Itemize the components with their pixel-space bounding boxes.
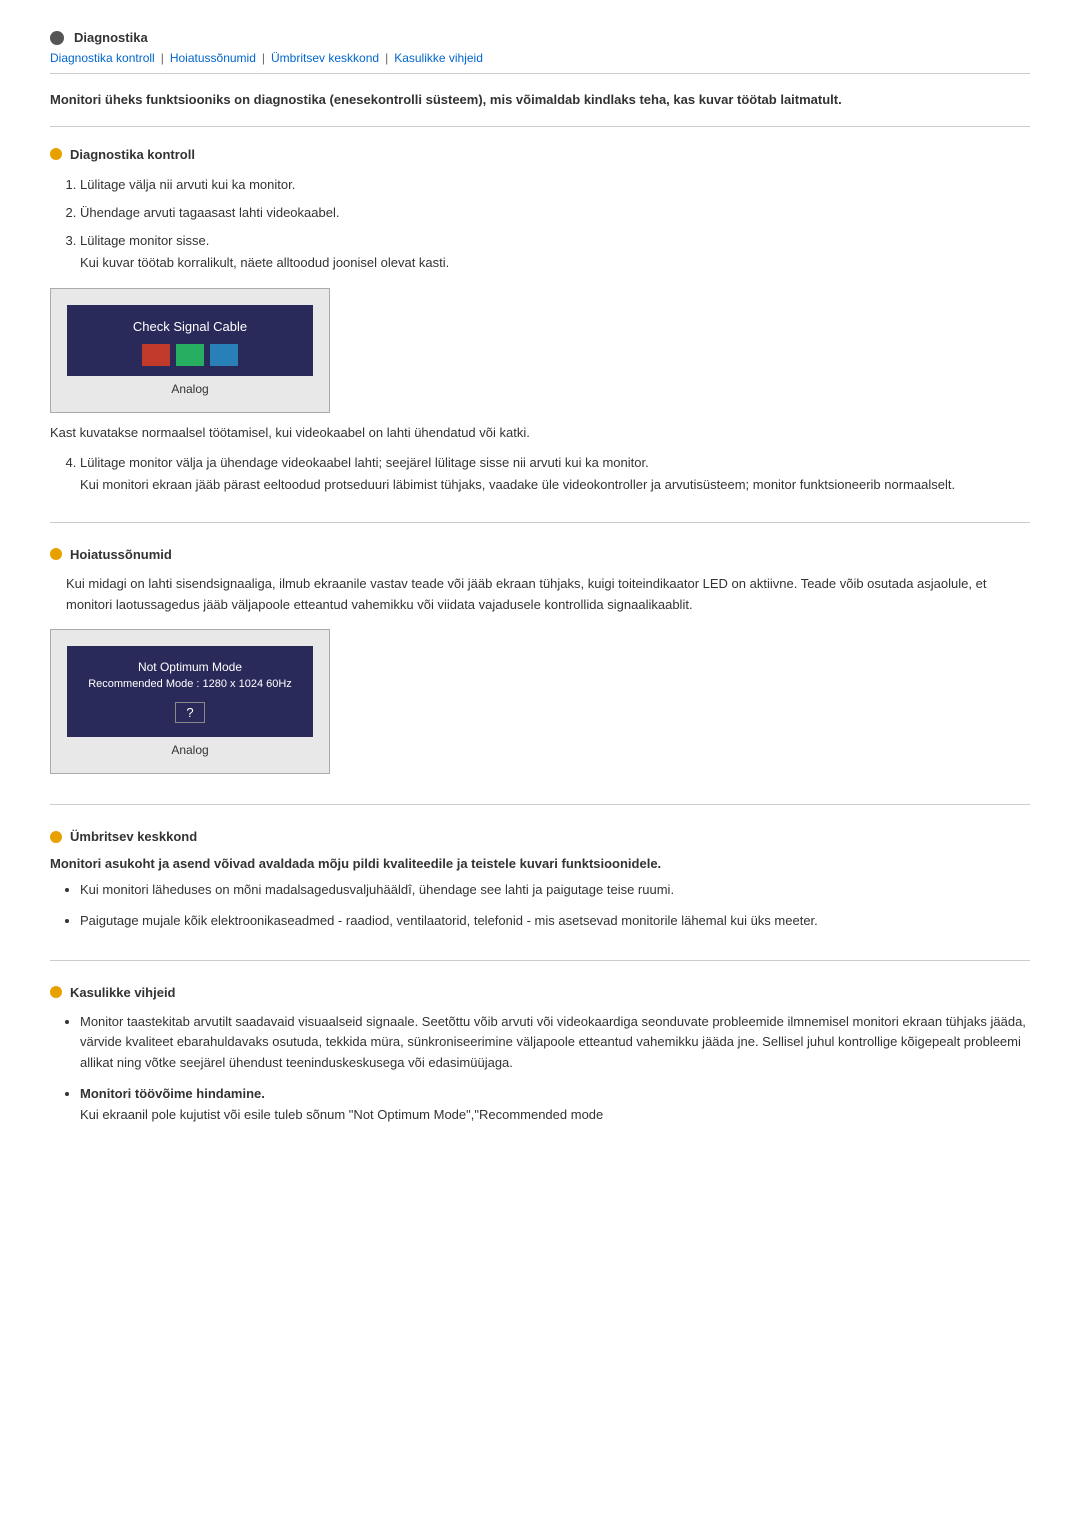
nav-sep-1: |	[161, 51, 164, 65]
section4-bullet2-normal: Kui ekraanil pole kujutist või esile tul…	[80, 1107, 603, 1122]
monitor-color-blocks	[87, 344, 293, 366]
step-2: Ühendage arvuti tagaasast lahti videokaa…	[80, 202, 1030, 224]
page-title: Diagnostika	[74, 30, 148, 45]
section4-bullet-2: Monitori töövõime hindamine. Kui ekraani…	[80, 1084, 1030, 1126]
nav-link-diagnostika[interactable]: Diagnostika kontroll	[50, 51, 155, 65]
monitor-screen-2: Not Optimum Mode Recommended Mode : 1280…	[67, 646, 313, 737]
nav-sep-3: |	[385, 51, 388, 65]
section2-text: Kui midagi on lahti sisendsignaaliga, il…	[50, 574, 1030, 616]
monitor-screen-sub-2: Recommended Mode : 1280 x 1024 60Hz	[87, 678, 293, 690]
section3-bullet-2: Paigutage mujale kõik elektroonikaseadme…	[80, 910, 1030, 932]
page-header: Diagnostika	[50, 30, 1030, 45]
step-3: Lülitage monitor sisse. Kui kuvar töötab…	[80, 230, 1030, 274]
section1-title: Diagnostika kontroll	[70, 147, 195, 162]
nav-sep-2: |	[262, 51, 265, 65]
section3-bullet-1: Kui monitori läheduses on mõni madalsage…	[80, 879, 1030, 901]
nav-link-kasulikke[interactable]: Kasulikke vihjeid	[394, 51, 483, 65]
question-box: ?	[87, 702, 293, 727]
section4-bullet2-bold: Monitori töövõime hindamine.	[80, 1086, 265, 1101]
nav-link-umbritsev[interactable]: Ümbritsev keskkond	[271, 51, 379, 65]
section2-icon	[50, 548, 62, 560]
nav-links: Diagnostika kontroll | Hoiatussõnumid | …	[50, 51, 1030, 74]
section-umbritsev: Ümbritsev keskkond Monitori asukoht ja a…	[50, 829, 1030, 960]
color-block-blue	[210, 344, 238, 366]
monitor-box-2-wrapper: Not Optimum Mode Recommended Mode : 1280…	[50, 629, 1030, 774]
monitor-screen-title-2: Not Optimum Mode	[87, 660, 293, 674]
section-hoiatus: Hoiatussõnumid Kui midagi on lahti sisen…	[50, 547, 1030, 806]
monitor-box-1: Check Signal Cable Analog	[50, 288, 330, 413]
section1-header: Diagnostika kontroll	[50, 147, 1030, 162]
step3-sub: Kui kuvar töötab korralikult, näete allt…	[80, 255, 449, 270]
monitor-box-2: Not Optimum Mode Recommended Mode : 1280…	[50, 629, 330, 774]
section4-bullet-1: Monitor taastekitab arvutilt saadavaid v…	[80, 1012, 1030, 1074]
section4-bullets: Monitor taastekitab arvutilt saadavaid v…	[50, 1012, 1030, 1126]
monitor-box-label-1: Analog	[67, 382, 313, 396]
section3-icon	[50, 831, 62, 843]
section4-title: Kasulikke vihjeid	[70, 985, 176, 1000]
monitor-box-label-2: Analog	[67, 743, 313, 757]
section1-note: Kast kuvatakse normaalsel töötamisel, ku…	[50, 423, 1030, 444]
monitor-screen-title-1: Check Signal Cable	[87, 319, 293, 334]
section1-icon	[50, 148, 62, 160]
monitor-box-1-wrapper: Check Signal Cable Analog	[50, 288, 1030, 413]
color-block-red	[142, 344, 170, 366]
section3-bold: Monitori asukoht ja asend võivad avaldad…	[50, 856, 1030, 871]
nav-link-hoiatus[interactable]: Hoiatussõnumid	[170, 51, 256, 65]
section1-steps: Lülitage välja nii arvuti kui ka monitor…	[50, 174, 1030, 274]
monitor-screen-1: Check Signal Cable	[67, 305, 313, 376]
header-circle-icon	[50, 31, 64, 45]
intro-text: Monitori üheks funktsiooniks on diagnost…	[50, 90, 1030, 127]
section2-title: Hoiatussõnumid	[70, 547, 172, 562]
section3-header: Ümbritsev keskkond	[50, 829, 1030, 844]
section4-icon	[50, 986, 62, 998]
color-block-green	[176, 344, 204, 366]
step4-sub: Kui monitori ekraan jääb pärast eeltoodu…	[80, 477, 955, 492]
section3-title: Ümbritsev keskkond	[70, 829, 197, 844]
section4-header: Kasulikke vihjeid	[50, 985, 1030, 1000]
section-diagnostika: Diagnostika kontroll Lülitage välja nii …	[50, 147, 1030, 523]
section-kasulikke: Kasulikke vihjeid Monitor taastekitab ar…	[50, 985, 1030, 1126]
step4-list: Lülitage monitor välja ja ühendage video…	[50, 452, 1030, 496]
section3-bullets: Kui monitori läheduses on mõni madalsage…	[50, 879, 1030, 931]
section2-header: Hoiatussõnumid	[50, 547, 1030, 562]
step-1: Lülitage välja nii arvuti kui ka monitor…	[80, 174, 1030, 196]
step-4: Lülitage monitor välja ja ühendage video…	[80, 452, 1030, 496]
